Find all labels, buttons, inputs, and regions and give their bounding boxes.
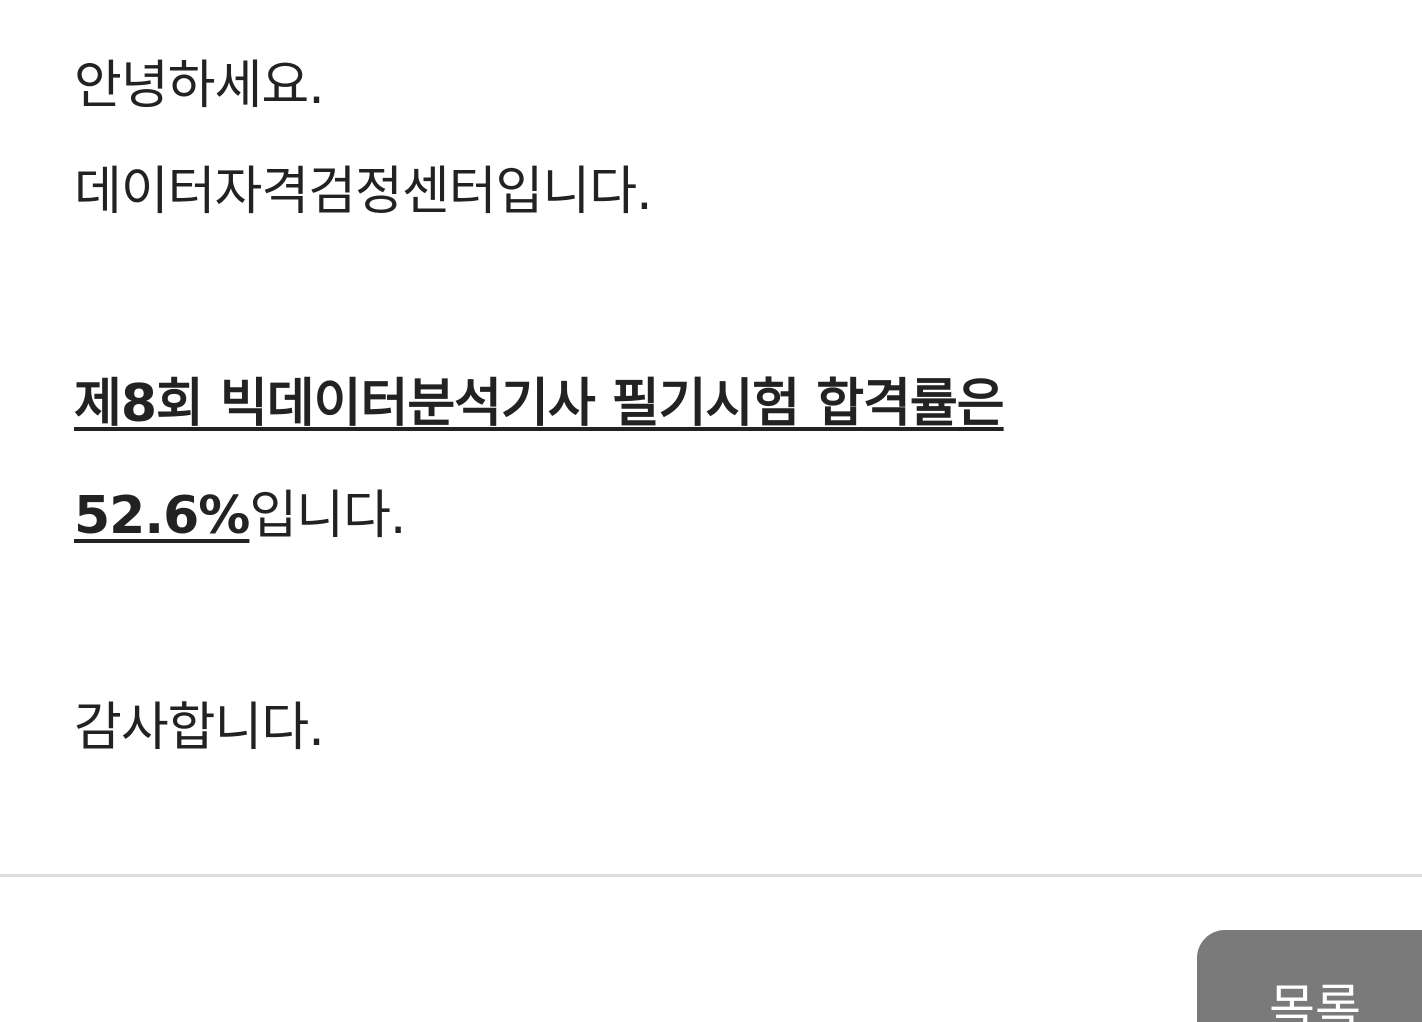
pass-rate-suffix: 입니다. xyxy=(249,486,406,546)
pass-rate-value: 52.6% xyxy=(74,486,250,546)
closing-text: 감사합니다. xyxy=(74,698,325,758)
list-button[interactable]: 목록 xyxy=(1197,930,1422,1022)
footer-divider xyxy=(0,874,1422,877)
intro-text: 데이터자격검정센터입니다. xyxy=(74,162,653,222)
highlight-text: 제8회 빅데이터분석기사 필기시험 합격률은 xyxy=(74,374,1005,434)
highlight-line: 제8회 빅데이터분석기사 필기시험 합격률은 xyxy=(74,374,1005,434)
pass-rate-line: 52.6%입니다. xyxy=(74,486,406,546)
greeting-text: 안녕하세요. xyxy=(74,56,325,116)
